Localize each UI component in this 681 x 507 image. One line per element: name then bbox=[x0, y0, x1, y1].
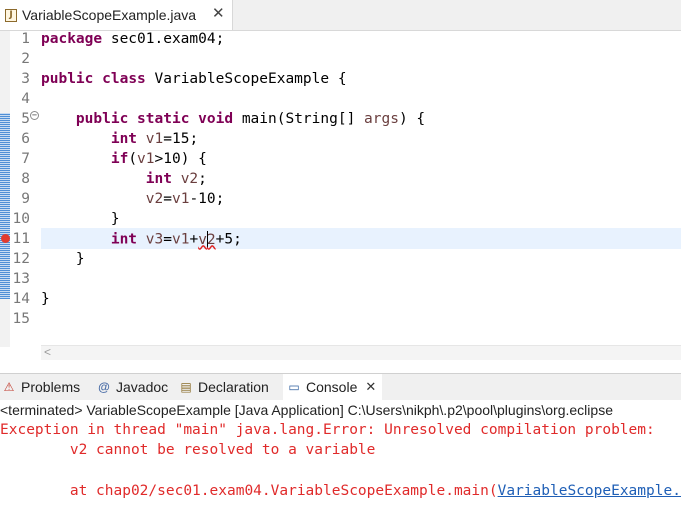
java-file-icon: J bbox=[5, 8, 18, 23]
editor-tab-bar: J VariableScopeExample.java ✕ bbox=[0, 0, 681, 31]
tab-javadoc-label: Javadoc bbox=[116, 379, 169, 395]
declaration-icon: ▤ bbox=[180, 380, 192, 394]
console-view[interactable]: <terminated> VariableScopeExample [Java … bbox=[0, 400, 681, 507]
close-icon[interactable]: ✕ bbox=[212, 6, 225, 22]
line-number: 5 bbox=[21, 111, 30, 127]
tab-console[interactable]: ▭ Console ✕ bbox=[283, 374, 383, 400]
code-text[interactable]: package sec01.exam04; public class Varia… bbox=[41, 31, 681, 331]
change-ruler bbox=[0, 31, 10, 347]
line-number: 7 bbox=[21, 151, 30, 167]
tab-problems[interactable]: ⚠ Problems bbox=[2, 374, 81, 400]
close-icon[interactable]: ✕ bbox=[365, 379, 376, 395]
code-line-1: package sec01.exam04; bbox=[41, 31, 225, 47]
line-number: 4 bbox=[21, 91, 30, 107]
code-editor[interactable]: − 1 2 3 4 5 6 7 8 9 10 11 12 13 14 15 pa… bbox=[0, 31, 681, 372]
line-number: 15 bbox=[12, 311, 30, 327]
line-number: 6 bbox=[21, 131, 30, 147]
console-output-line: at chap02/sec01.exam04.VariableScopeExam… bbox=[0, 483, 681, 503]
tab-declaration[interactable]: ▤ Declaration bbox=[179, 374, 269, 400]
change-marker bbox=[0, 113, 10, 299]
tab-console-label: Console bbox=[306, 379, 358, 395]
line-number: 14 bbox=[12, 291, 30, 307]
console-output-line: Exception in thread "main" java.lang.Err… bbox=[0, 422, 664, 438]
problems-icon: ⚠ bbox=[3, 380, 15, 394]
code-line-9: v2=v1-10; bbox=[145, 191, 225, 207]
console-output-line: v2 cannot be resolved to a variable bbox=[0, 442, 376, 458]
line-number: 2 bbox=[21, 51, 30, 67]
tab-problems-label: Problems bbox=[21, 379, 81, 395]
code-line-12: } bbox=[41, 251, 85, 267]
line-number: 10 bbox=[12, 211, 30, 227]
line-number: 11 bbox=[12, 231, 30, 247]
tab-declaration-label: Declaration bbox=[198, 379, 269, 395]
editor-tab-variablescopeexample[interactable]: J VariableScopeExample.java ✕ bbox=[0, 0, 233, 30]
code-line-5: public static void main(String[] args) { bbox=[75, 111, 426, 127]
fold-collapse-icon[interactable]: − bbox=[30, 111, 39, 120]
console-icon: ▭ bbox=[288, 380, 300, 394]
line-number: 12 bbox=[12, 251, 30, 267]
line-number: 13 bbox=[12, 271, 30, 287]
stack-trace-link[interactable]: VariableScopeExample.java:11 bbox=[498, 483, 681, 499]
error-token-v2[interactable]: v2 bbox=[198, 231, 216, 248]
code-line-14: } bbox=[41, 291, 50, 307]
line-number: 3 bbox=[21, 71, 30, 87]
javadoc-icon: @ bbox=[98, 380, 110, 394]
code-line-11: int v3=v1+v2+5; bbox=[110, 231, 242, 248]
line-number-gutter: 1 2 3 4 5 6 7 8 9 10 11 12 13 14 15 bbox=[10, 31, 30, 331]
code-line-10: } bbox=[41, 211, 120, 227]
code-line-7: if(v1>10) { bbox=[110, 151, 207, 167]
error-icon[interactable] bbox=[1, 234, 10, 243]
bottom-panel-tab-bar: ⚠ Problems @ Javadoc ▤ Declaration ▭ Con… bbox=[0, 373, 681, 401]
scroll-left-icon[interactable]: < bbox=[44, 345, 51, 359]
code-line-6: int v1=15; bbox=[110, 131, 199, 147]
line-number: 8 bbox=[21, 171, 30, 187]
code-line-8: int v2; bbox=[145, 171, 207, 187]
line-number: 9 bbox=[21, 191, 30, 207]
horizontal-scrollbar[interactable]: < bbox=[41, 345, 681, 360]
editor-tab-title: VariableScopeExample.java bbox=[22, 7, 197, 23]
line-number: 1 bbox=[21, 31, 30, 47]
console-status-line: <terminated> VariableScopeExample [Java … bbox=[0, 402, 613, 418]
code-line-3: public class VariableScopeExample { bbox=[41, 71, 347, 87]
tab-javadoc[interactable]: @ Javadoc bbox=[97, 374, 168, 400]
